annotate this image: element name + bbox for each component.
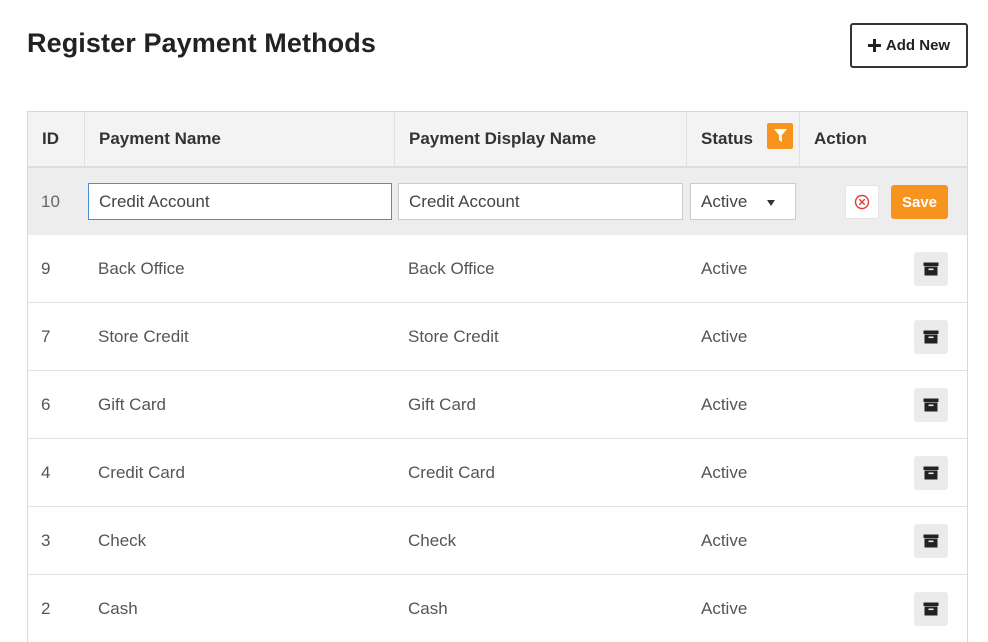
- archive-icon: [923, 262, 939, 275]
- row-action: [800, 507, 967, 574]
- page: Register Payment Methods Add New ID Paym…: [0, 0, 988, 642]
- column-header-action: Action: [814, 129, 867, 148]
- table-row: 3 Check Check Active: [28, 507, 967, 575]
- archive-button[interactable]: [914, 319, 948, 354]
- row-id: 9: [41, 258, 51, 278]
- archive-button[interactable]: [914, 591, 948, 626]
- cancel-edit-button[interactable]: [845, 185, 879, 219]
- row-id: 4: [41, 462, 51, 482]
- row-payment-display-name: Back Office: [408, 258, 495, 278]
- row-payment-display-name: Credit Card: [408, 462, 495, 482]
- table-row: 2 Cash Cash Active: [28, 575, 967, 642]
- row-payment-display-name: Gift Card: [408, 394, 477, 414]
- caret-down-icon: [767, 200, 775, 206]
- status-select[interactable]: Active: [690, 183, 796, 220]
- archive-button[interactable]: [914, 387, 948, 422]
- row-status: Active: [701, 394, 748, 414]
- column-header-status: Status: [687, 112, 800, 166]
- row-id: 2: [41, 598, 51, 618]
- row-id: 10: [41, 191, 60, 211]
- payment-name-input[interactable]: [88, 183, 392, 220]
- column-header-payment-name: Payment Name: [85, 112, 395, 166]
- row-status: Active: [701, 530, 748, 550]
- table-row: 7 Store Credit Store Credit Active: [28, 303, 967, 371]
- row-payment-name: Check: [98, 530, 147, 550]
- row-id: 7: [41, 326, 51, 346]
- archive-icon: [923, 602, 939, 615]
- table-row: 6 Gift Card Gift Card Active: [28, 371, 967, 439]
- row-id: 3: [41, 530, 51, 550]
- status-select-value: Active: [701, 191, 748, 211]
- archive-button[interactable]: [914, 251, 948, 286]
- table-header: ID Payment Name Payment Display Name Sta…: [28, 112, 967, 168]
- add-new-label: Add New: [885, 37, 951, 54]
- payment-methods-table: ID Payment Name Payment Display Name Sta…: [27, 111, 968, 642]
- row-status: Active: [701, 258, 748, 278]
- save-button[interactable]: Save: [891, 185, 948, 219]
- row-payment-name: Credit Card: [98, 462, 185, 482]
- payment-display-name-input[interactable]: [398, 183, 683, 220]
- table-row-editing: 10 Active Save: [28, 168, 967, 236]
- row-payment-name: Cash: [98, 598, 138, 618]
- row-action: [800, 575, 967, 642]
- column-header-payment-display-name: Payment Display Name: [395, 112, 687, 166]
- table-row: 9 Back Office Back Office Active: [28, 235, 967, 303]
- row-payment-display-name: Store Credit: [408, 326, 499, 346]
- column-header-id: ID: [28, 112, 85, 166]
- row-status: Active: [701, 598, 748, 618]
- plus-icon: [867, 39, 881, 52]
- add-new-button[interactable]: Add New: [850, 23, 968, 68]
- row-payment-display-name: Check: [408, 530, 457, 550]
- archive-button[interactable]: [914, 455, 948, 490]
- archive-icon: [923, 398, 939, 411]
- row-payment-display-name: Cash: [408, 598, 448, 618]
- row-action: [800, 235, 967, 302]
- row-status: Active: [701, 462, 748, 482]
- row-action: [800, 371, 967, 438]
- table-row: 4 Credit Card Credit Card Active: [28, 439, 967, 507]
- archive-icon: [923, 466, 939, 479]
- archive-button[interactable]: [914, 523, 948, 558]
- row-payment-name: Back Office: [98, 258, 185, 278]
- row-id: 6: [41, 394, 51, 414]
- row-action: [800, 439, 967, 506]
- row-status: Active: [701, 326, 748, 346]
- row-action: [800, 303, 967, 370]
- page-title: Register Payment Methods: [27, 28, 376, 58]
- row-payment-name: Gift Card: [98, 394, 167, 414]
- status-filter-button[interactable]: [767, 123, 793, 149]
- cancel-circle-icon: [854, 194, 870, 210]
- archive-icon: [923, 534, 939, 547]
- filter-icon: [773, 129, 787, 142]
- archive-icon: [923, 330, 939, 343]
- row-payment-name: Store Credit: [98, 326, 189, 346]
